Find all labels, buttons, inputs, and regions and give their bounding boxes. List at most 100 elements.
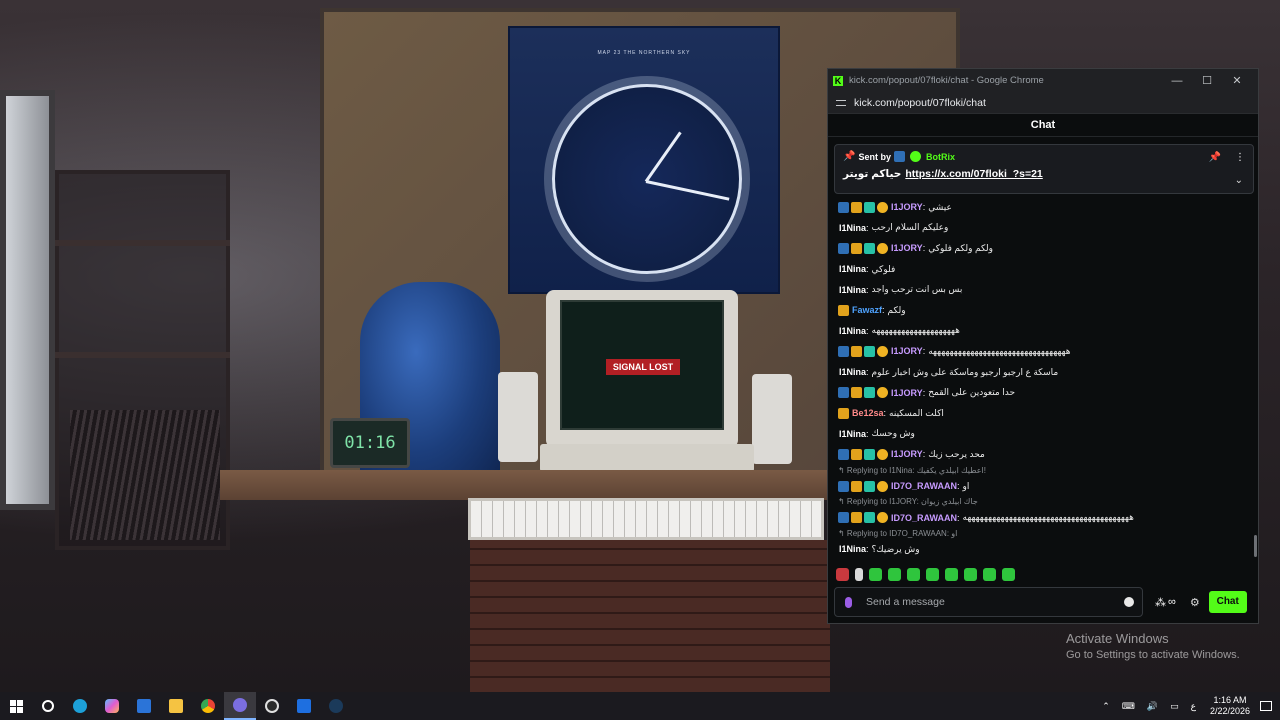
address-bar[interactable]: kick.com/popout/07floki/chat xyxy=(828,92,1258,114)
taskbar-discord[interactable] xyxy=(224,692,256,720)
chat-message[interactable]: I1Nina: ههههههههههههههههههههه xyxy=(838,321,1250,342)
taskbar-copilot[interactable] xyxy=(96,692,128,720)
emoji-picker-icon[interactable] xyxy=(1124,597,1134,607)
wallpaper-keyboard xyxy=(540,444,754,472)
gold-badge-icon xyxy=(851,201,862,213)
moderator-badge-icon xyxy=(893,151,905,162)
emote-icon[interactable] xyxy=(907,567,920,581)
network-icon[interactable]: ⌨ xyxy=(1122,701,1135,712)
chat-message-text: ولكم xyxy=(887,304,906,315)
maximize-button[interactable]: ☐ xyxy=(1192,74,1222,87)
taskbar-obs[interactable] xyxy=(256,692,288,720)
emote-icon[interactable] xyxy=(836,567,849,581)
taskbar-clock[interactable]: 1:16 AM 2/22/2026 xyxy=(1210,695,1250,717)
unpin-icon[interactable]: 📌 xyxy=(1209,152,1221,163)
taskbar-store[interactable] xyxy=(128,692,160,720)
taskbar-steam[interactable] xyxy=(320,692,352,720)
pinned-header: 📌 Sent by BotRix xyxy=(843,151,1245,162)
chat-message[interactable]: ID7O_RAWAAN: او xyxy=(838,476,1250,497)
chat-scrollbar[interactable] xyxy=(1254,535,1257,557)
activate-title: Activate Windows xyxy=(1066,631,1169,646)
chat-message[interactable]: I1JORY: عيشي xyxy=(838,197,1250,218)
site-info-icon[interactable] xyxy=(836,98,846,108)
minimize-button[interactable]: — xyxy=(1162,75,1192,87)
teal-badge-icon xyxy=(864,345,875,357)
more-options-icon[interactable]: ⋮ xyxy=(1235,152,1245,163)
emote-icon[interactable] xyxy=(855,567,863,581)
chat-message[interactable]: I1Nina: وش وحسك xyxy=(838,424,1250,445)
emote-icon[interactable] xyxy=(888,567,901,581)
mic-icon[interactable] xyxy=(845,596,852,608)
pinned-text: حياكم تويتر xyxy=(843,168,902,180)
chat-username[interactable]: I1Nina xyxy=(839,223,866,233)
wallpaper-shelf-board xyxy=(55,352,230,358)
activate-windows-watermark: Activate Windows Go to Settings to activ… xyxy=(1066,631,1240,661)
chat-message[interactable]: I1Nina: ماسكة ع ارجبو ارجبو وماسكة على وش… xyxy=(838,362,1250,383)
app-icon xyxy=(297,699,311,713)
channel-points-button[interactable]: ⁂ ∞ xyxy=(1155,596,1176,609)
emote-icon[interactable] xyxy=(869,567,882,581)
pinned-message[interactable]: 📌 Sent by BotRix حياكم تويتر https://x.c… xyxy=(834,144,1254,194)
emote-icon[interactable] xyxy=(1002,567,1015,581)
chat-username[interactable]: I1JORY xyxy=(891,388,923,398)
chat-username[interactable]: ID7O_RAWAAN xyxy=(891,513,957,523)
pinned-link[interactable]: https://x.com/07floki_?s=21 xyxy=(905,168,1042,180)
chat-message[interactable]: I1Nina: بس بس انت ترحب واجد xyxy=(838,279,1250,300)
chat-username[interactable]: I1JORY xyxy=(891,346,923,356)
emote-icon[interactable] xyxy=(964,567,977,581)
taskbar-app[interactable] xyxy=(288,692,320,720)
taskbar-edge[interactable] xyxy=(64,692,96,720)
chevron-down-icon[interactable]: ⌄ xyxy=(1235,175,1243,186)
chat-message[interactable]: I1JORY: محد يرحب زيك xyxy=(838,444,1250,465)
notifications-icon[interactable] xyxy=(1260,701,1272,711)
url-text[interactable]: kick.com/popout/07floki/chat xyxy=(854,97,986,109)
chat-username[interactable]: I1Nina xyxy=(839,367,866,377)
reply-context[interactable]: ↰ Replying to I1JORY: جاك ابيلدي زيوان xyxy=(838,496,1250,507)
chat-username[interactable]: I1JORY xyxy=(891,243,923,253)
chat-message[interactable]: Fawazf: ولكم xyxy=(838,300,1250,321)
pinned-sender[interactable]: BotRix xyxy=(926,152,955,162)
chat-message[interactable]: I1JORY: حدا متعودين على القمح xyxy=(838,382,1250,403)
emote-icon[interactable] xyxy=(945,567,958,581)
reply-context[interactable]: ↰ Replying to ID7O_RAWAAN: او xyxy=(838,528,1250,539)
username-separator: : xyxy=(922,387,926,398)
blue-badge-icon xyxy=(838,201,849,213)
start-button[interactable] xyxy=(0,692,32,720)
gold-badge-icon xyxy=(851,480,862,492)
close-button[interactable]: ✕ xyxy=(1222,74,1252,87)
taskbar-file-explorer[interactable] xyxy=(160,692,192,720)
chat-message[interactable]: I1Nina: وعليكم السلام ارحب xyxy=(838,218,1250,239)
chat-username[interactable]: I1Nina xyxy=(839,326,866,336)
taskbar-chrome[interactable] xyxy=(192,692,224,720)
chat-username[interactable]: I1JORY xyxy=(891,449,923,459)
window-titlebar[interactable]: K kick.com/popout/07floki/chat - Google … xyxy=(828,69,1258,92)
send-chat-button[interactable]: Chat xyxy=(1208,591,1247,613)
emote-icon[interactable] xyxy=(983,567,996,581)
chat-username[interactable]: Be12sa xyxy=(852,408,884,418)
chat-message[interactable]: ID7O_RAWAAN: هههههههههههههههههههههههههههه… xyxy=(838,507,1250,528)
chat-message[interactable]: I1Nina: فلوكي xyxy=(838,259,1250,280)
chat-username[interactable]: I1JORY xyxy=(891,202,923,212)
chat-messages-list[interactable]: I1JORY: عيشي I1Nina: وعليكم السلام ارحب I1JO… xyxy=(838,197,1250,557)
chat-message[interactable]: I1JORY: ههههههههههههههههههههههههههههههههه… xyxy=(838,341,1250,362)
chat-message[interactable]: Be12sa: اكلت المسكينه xyxy=(838,403,1250,424)
chat-username[interactable]: ID7O_RAWAAN xyxy=(891,481,957,491)
chevron-up-icon[interactable]: ⌃ xyxy=(1102,701,1110,712)
reply-context[interactable]: ↰ Replying to I1Nina: اعطيك ابيلدي يكفيك… xyxy=(838,465,1250,476)
chat-username[interactable]: I1Nina xyxy=(839,264,866,274)
volume-icon[interactable]: 🔊 xyxy=(1147,701,1158,712)
chat-username[interactable]: Fawazf xyxy=(852,305,882,315)
emote-icon[interactable] xyxy=(926,567,939,581)
chat-username[interactable]: I1Nina xyxy=(839,429,866,439)
chat-message[interactable]: I1JORY: ولكم ولكم فلوكي xyxy=(838,238,1250,259)
blue-badge-icon xyxy=(838,345,849,357)
chat-message[interactable]: I1Nina: وش يرضيك؟ xyxy=(838,539,1250,557)
input-language[interactable]: ع xyxy=(1191,701,1196,712)
chat-message-input[interactable]: Send a message xyxy=(834,587,1143,617)
chat-username[interactable]: I1Nina xyxy=(839,285,866,295)
chat-username[interactable]: I1Nina xyxy=(839,544,866,554)
wallpaper-brick xyxy=(470,540,830,692)
taskbar-search-button[interactable] xyxy=(32,692,64,720)
chat-settings-gear-icon[interactable]: ⚙ xyxy=(1190,596,1200,609)
battery-icon[interactable]: ▭ xyxy=(1170,701,1179,712)
